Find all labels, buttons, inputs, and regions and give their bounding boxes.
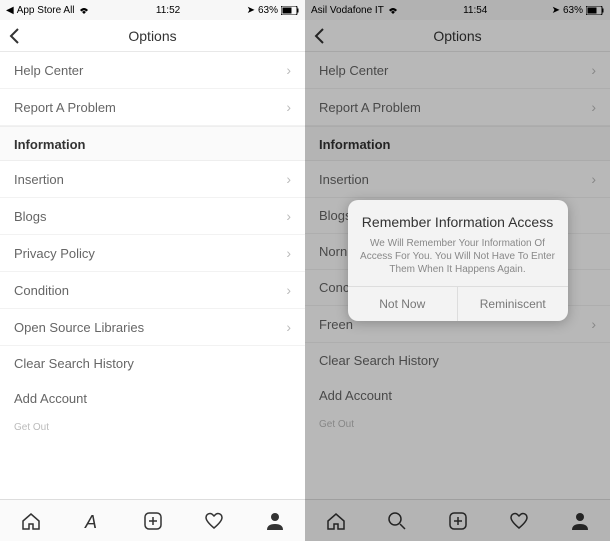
carrier-text: Asil Vodafone IT bbox=[311, 5, 384, 16]
heart-icon[interactable] bbox=[508, 510, 530, 532]
back-button[interactable] bbox=[313, 27, 325, 45]
chevron-right-icon: › bbox=[286, 171, 291, 187]
battery-icon bbox=[281, 6, 299, 15]
clock: 11:54 bbox=[463, 5, 487, 16]
nav-arrow-icon: ➤ bbox=[552, 5, 560, 16]
row-label: Condition bbox=[14, 283, 69, 298]
clock: 11:52 bbox=[156, 5, 180, 16]
row-add-account[interactable]: Add Account bbox=[0, 381, 305, 416]
row-label: Freen bbox=[319, 317, 353, 332]
row-condition[interactable]: Condition › bbox=[0, 272, 305, 309]
nav-arrow-icon: ➤ bbox=[247, 5, 255, 16]
row-insertion[interactable]: Insertion › bbox=[0, 161, 305, 198]
row-label: Conc bbox=[319, 280, 349, 295]
row-get-out[interactable]: Get Out bbox=[0, 416, 305, 439]
settings-list: Help Center › Report A Problem › Informa… bbox=[0, 52, 305, 499]
section-information: Information bbox=[305, 126, 610, 161]
row-clear-history[interactable]: Clear Search History bbox=[305, 343, 610, 378]
chevron-right-icon: › bbox=[286, 282, 291, 298]
row-help-center[interactable]: Help Center › bbox=[0, 52, 305, 89]
add-post-icon[interactable] bbox=[447, 510, 469, 532]
heart-icon[interactable] bbox=[203, 510, 225, 532]
row-label: Report A Problem bbox=[319, 100, 421, 115]
battery-text: 63% bbox=[563, 5, 583, 16]
row-label: Add Account bbox=[14, 391, 87, 406]
home-icon[interactable] bbox=[325, 510, 347, 532]
text-a-icon[interactable]: A bbox=[81, 510, 103, 532]
status-bar: ◀ App Store All 11:52 ➤ 63% bbox=[0, 0, 305, 20]
battery-text: 63% bbox=[258, 5, 278, 16]
tab-bar bbox=[305, 499, 610, 541]
carrier-text: App Store All bbox=[17, 5, 75, 16]
remember-access-dialog: Remember Information Access We Will Reme… bbox=[348, 200, 568, 321]
row-insertion[interactable]: Insertion › bbox=[305, 161, 610, 198]
row-help-center[interactable]: Help Center › bbox=[305, 52, 610, 89]
back-app-icon: ◀ bbox=[6, 5, 14, 16]
profile-icon[interactable] bbox=[264, 510, 286, 532]
svg-text:A: A bbox=[84, 512, 97, 532]
chevron-right-icon: › bbox=[591, 171, 596, 187]
battery-icon bbox=[586, 6, 604, 15]
dialog-title: Remember Information Access bbox=[360, 214, 556, 231]
page-title: Options bbox=[433, 28, 481, 44]
row-clear-history[interactable]: Clear Search History bbox=[0, 346, 305, 381]
row-open-source[interactable]: Open Source Libraries › bbox=[0, 309, 305, 346]
search-icon[interactable] bbox=[386, 510, 408, 532]
row-label: Insertion bbox=[14, 172, 64, 187]
chevron-right-icon: › bbox=[286, 99, 291, 115]
row-report-problem[interactable]: Report A Problem › bbox=[305, 89, 610, 126]
chevron-right-icon: › bbox=[286, 319, 291, 335]
wifi-icon bbox=[387, 5, 399, 15]
chevron-right-icon: › bbox=[286, 208, 291, 224]
row-label: Clear Search History bbox=[14, 356, 134, 371]
row-add-account[interactable]: Add Account bbox=[305, 378, 610, 413]
row-get-out[interactable]: Get Out bbox=[305, 413, 610, 436]
row-label: Blogs bbox=[14, 209, 47, 224]
screen-right: Asil Vodafone IT 11:54 ➤ 63% Options Hel… bbox=[305, 0, 610, 541]
add-post-icon[interactable] bbox=[142, 510, 164, 532]
row-blogs[interactable]: Blogs › bbox=[0, 198, 305, 235]
chevron-right-icon: › bbox=[286, 245, 291, 261]
chevron-right-icon: › bbox=[591, 99, 596, 115]
row-label: Privacy Policy bbox=[14, 246, 95, 261]
row-label: Norn bbox=[319, 244, 347, 259]
home-icon[interactable] bbox=[20, 510, 42, 532]
row-label: Insertion bbox=[319, 172, 369, 187]
row-label: Help Center bbox=[319, 63, 388, 78]
row-label: Clear Search History bbox=[319, 353, 439, 368]
tab-bar: A bbox=[0, 499, 305, 541]
row-label: Open Source Libraries bbox=[14, 320, 144, 335]
profile-icon[interactable] bbox=[569, 510, 591, 532]
reminiscent-button[interactable]: Reminiscent bbox=[457, 287, 568, 321]
not-now-button[interactable]: Not Now bbox=[348, 287, 458, 321]
screen-left: ◀ App Store All 11:52 ➤ 63% Options Help… bbox=[0, 0, 305, 541]
chevron-right-icon: › bbox=[286, 62, 291, 78]
chevron-right-icon: › bbox=[591, 62, 596, 78]
wifi-icon bbox=[78, 5, 90, 15]
row-label: Add Account bbox=[319, 388, 392, 403]
row-report-problem[interactable]: Report A Problem › bbox=[0, 89, 305, 126]
nav-bar: Options bbox=[305, 20, 610, 52]
section-information: Information bbox=[0, 126, 305, 161]
nav-bar: Options bbox=[0, 20, 305, 52]
row-label: Report A Problem bbox=[14, 100, 116, 115]
chevron-right-icon: › bbox=[591, 316, 596, 332]
page-title: Options bbox=[128, 28, 176, 44]
dialog-message: We Will Remember Your Information Of Acc… bbox=[360, 237, 556, 276]
back-button[interactable] bbox=[8, 27, 20, 45]
status-bar: Asil Vodafone IT 11:54 ➤ 63% bbox=[305, 0, 610, 20]
row-privacy-policy[interactable]: Privacy Policy › bbox=[0, 235, 305, 272]
row-label: Help Center bbox=[14, 63, 83, 78]
